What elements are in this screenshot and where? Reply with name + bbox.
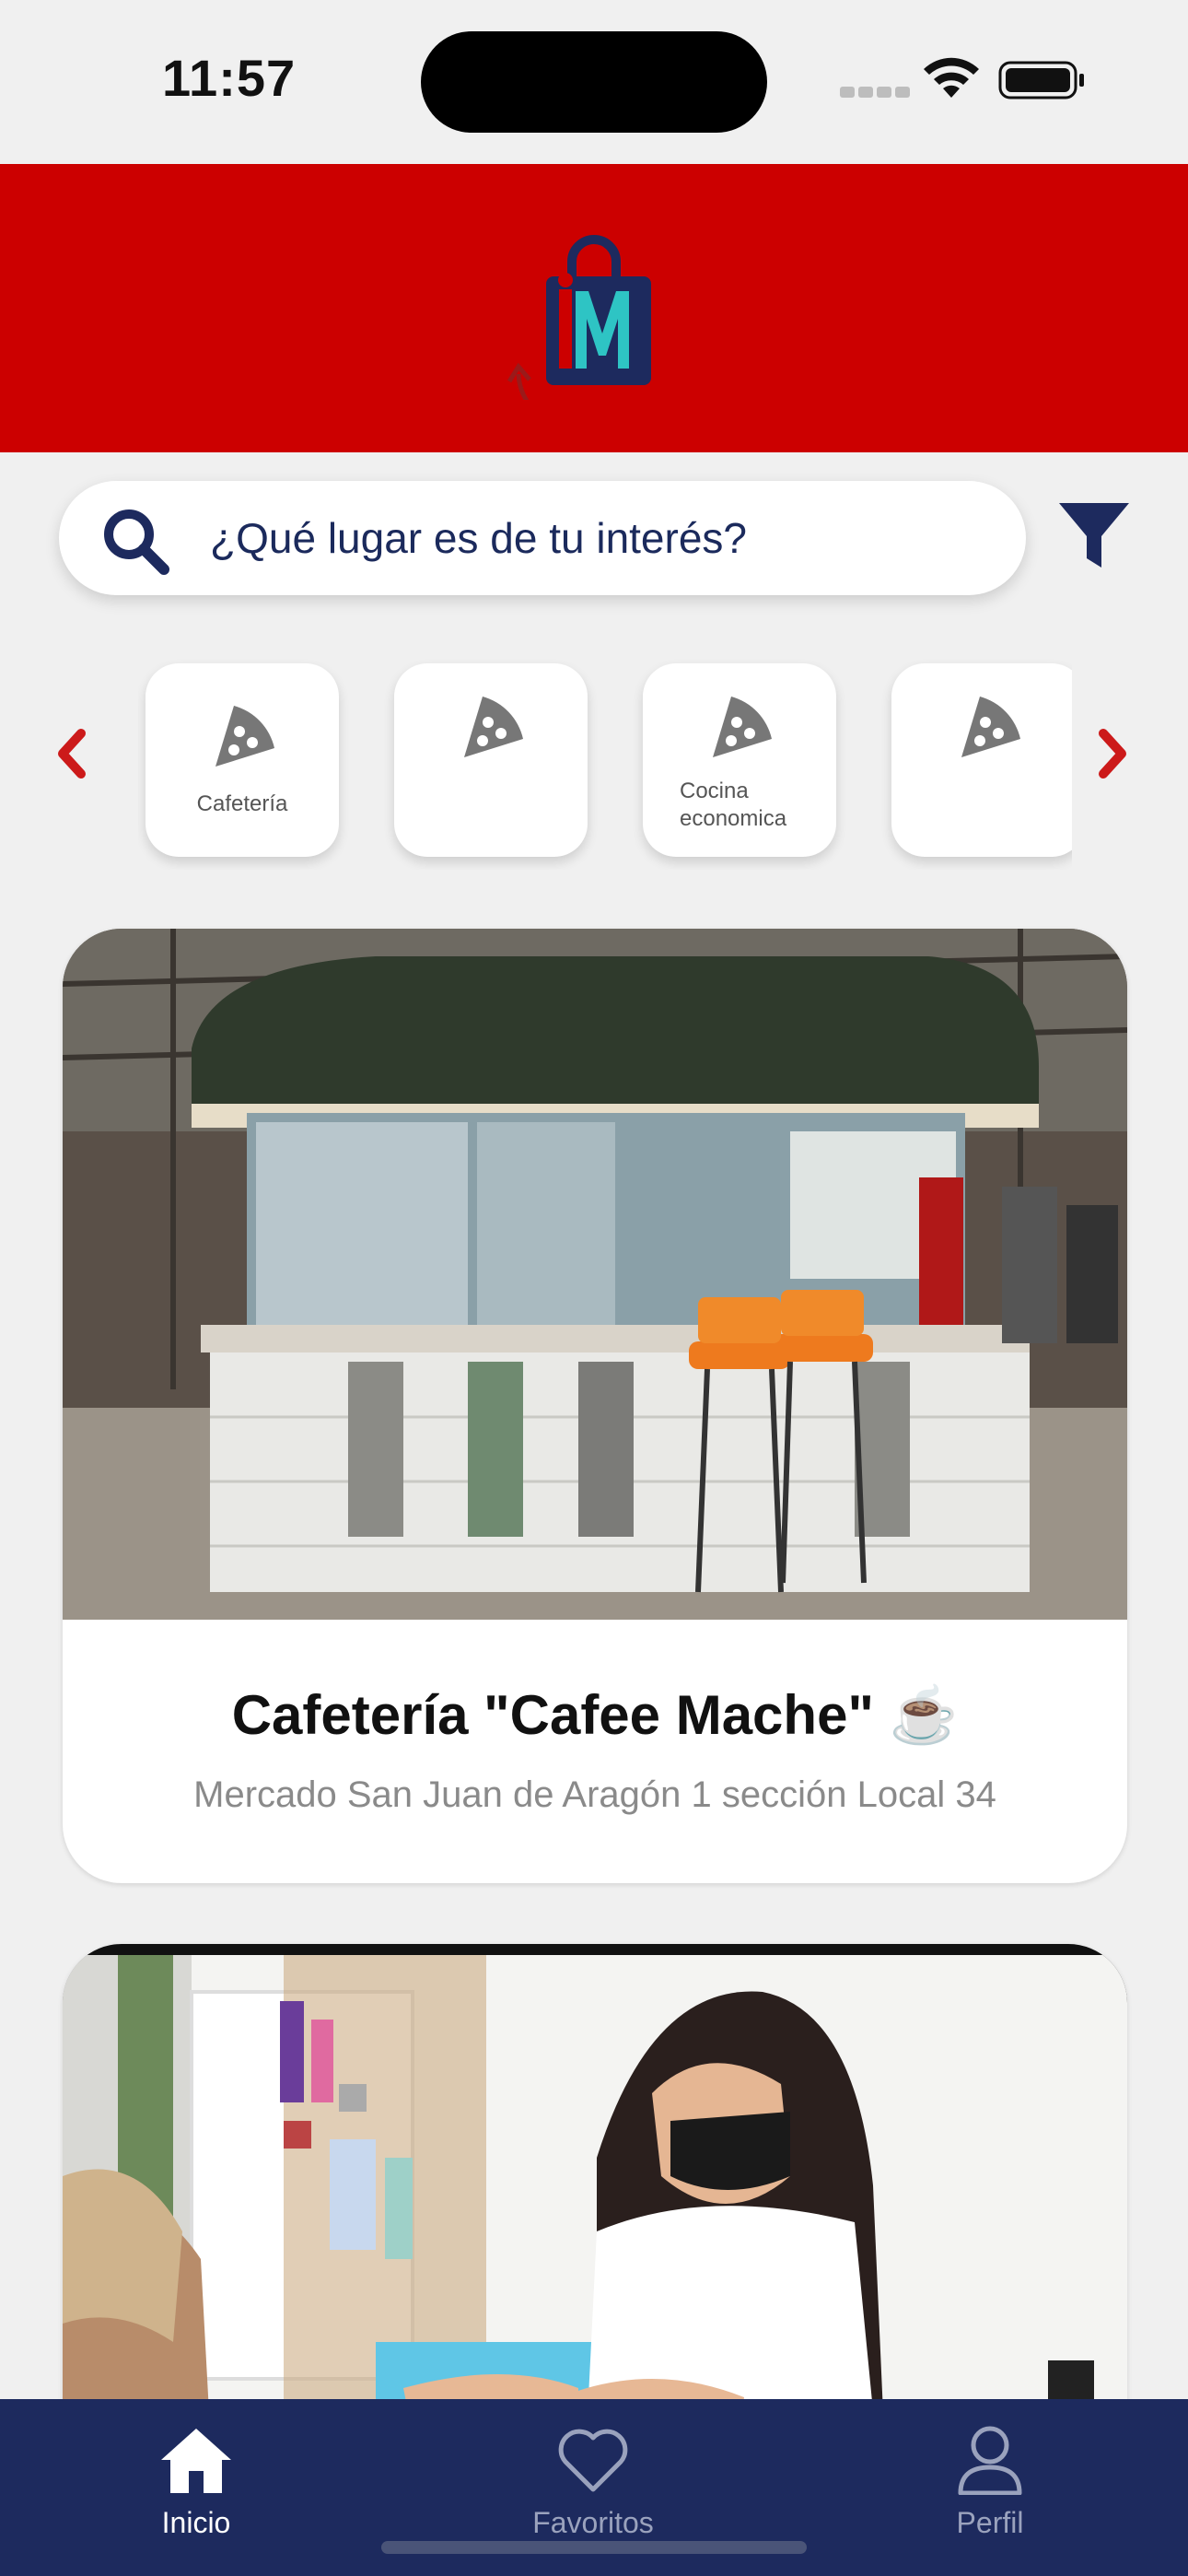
tab-label: Inicio — [161, 2506, 231, 2539]
app-header — [0, 164, 1188, 452]
category-card-cocina-economica[interactable]: Cocina economica — [643, 663, 836, 857]
filter-icon[interactable] — [1055, 498, 1133, 575]
tab-perfil[interactable]: Perfil — [889, 2425, 1091, 2563]
pizza-slice-icon — [464, 697, 523, 757]
pizza-slice-icon — [713, 697, 772, 757]
category-label: Cafetería — [196, 791, 288, 816]
search-input[interactable] — [210, 503, 993, 573]
tab-inicio[interactable]: Inicio — [95, 2425, 297, 2563]
tab-label: Perfil — [956, 2506, 1024, 2539]
heart-icon — [558, 2429, 628, 2492]
wifi-icon — [924, 57, 979, 98]
place-card[interactable]: Cafetería "Cafee Mache" ☕️ Mercado San J… — [63, 929, 1127, 1883]
place-title: Cafetería "Cafee Mache" ☕️ — [231, 1684, 959, 1746]
place-address: Mercado San Juan de Aragón 1 sección Loc… — [193, 1774, 996, 1815]
home-icon — [161, 2429, 231, 2493]
home-indicator — [381, 2541, 807, 2554]
status-bar: 11:57 — [0, 0, 1188, 164]
category-card-2[interactable] — [394, 663, 588, 857]
chevron-left-icon[interactable] — [53, 728, 90, 779]
pizza-slice-icon — [215, 706, 274, 767]
category-card-cafeteria[interactable]: Cafetería — [146, 663, 339, 857]
category-label: Cocina economica — [680, 779, 787, 831]
search-bar[interactable] — [59, 481, 1026, 595]
chevron-right-icon[interactable] — [1094, 728, 1131, 779]
battery-icon — [998, 61, 1084, 100]
category-card-4[interactable] — [891, 663, 1072, 857]
tab-label: Favoritos — [532, 2506, 654, 2539]
status-time: 11:57 — [162, 49, 297, 107]
cellular-signal-icon — [840, 86, 914, 102]
place-photo — [63, 929, 1127, 1620]
dynamic-island — [421, 31, 767, 133]
pizza-slice-icon — [961, 697, 1020, 757]
user-icon — [958, 2426, 1022, 2495]
search-icon — [104, 509, 169, 575]
category-carousel: Cafetería Cocina economica — [138, 656, 1072, 870]
app-logo-icon — [507, 235, 651, 400]
